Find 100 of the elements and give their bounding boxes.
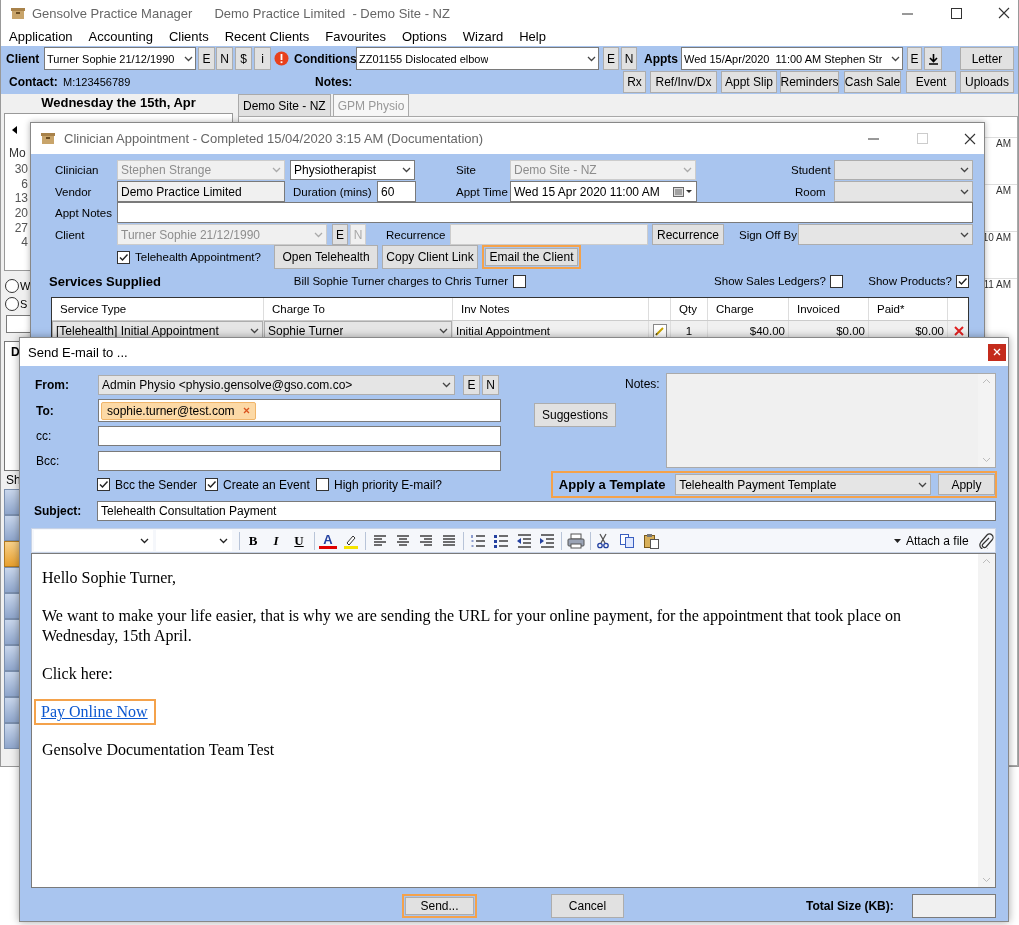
toolbar-button[interactable]: Uploads (960, 71, 1014, 93)
maximize-icon[interactable] (951, 7, 962, 19)
download-button[interactable] (924, 47, 942, 70)
calendar-date[interactable]: 6 (21, 176, 28, 191)
slot-tab[interactable] (4, 541, 20, 567)
align-center-icon[interactable] (395, 532, 411, 549)
delete-icon[interactable] (954, 325, 964, 336)
attach-file-button[interactable]: Attach a file (894, 533, 969, 548)
radio-button[interactable] (5, 278, 19, 293)
toolbar-button[interactable]: Reminders (780, 71, 839, 93)
template-dropdown[interactable]: Telehealth Payment Template (675, 474, 932, 495)
checkbox[interactable] (956, 274, 969, 288)
condition-action-button[interactable]: N (621, 47, 637, 70)
slot-tab[interactable] (4, 489, 20, 515)
calendar-date[interactable]: 13 (14, 191, 28, 206)
menu-item[interactable]: Help (519, 28, 546, 44)
slot-tab[interactable] (4, 619, 20, 645)
send-button[interactable]: Send... (405, 897, 474, 915)
role-dropdown[interactable]: Physiotherapist (290, 160, 415, 180)
slot-tab[interactable] (4, 671, 20, 697)
close-button[interactable] (988, 343, 1006, 361)
message-editor[interactable] (31, 553, 996, 888)
indent-icon[interactable] (539, 532, 555, 549)
calendar-icon[interactable] (673, 186, 693, 197)
remove-icon[interactable] (242, 407, 250, 414)
client-dropdown[interactable]: Turner Sophie 21/12/1990 (44, 47, 196, 70)
menu-item[interactable]: Application (9, 28, 73, 44)
underline-button[interactable]: U (290, 532, 308, 549)
notes-field[interactable] (666, 373, 996, 468)
appointment-time-field[interactable]: Wed 15 Apr 2020 11:00 AM (510, 181, 697, 202)
previous-icon[interactable] (12, 126, 17, 134)
slot-tab[interactable] (4, 515, 20, 541)
recipient-chip[interactable]: sophie.turner@test.com (101, 401, 256, 420)
from-action-button[interactable]: E (463, 375, 480, 395)
appointment-dropdown[interactable]: Wed 15/Apr/2020 11:00 AM Stephen Str (681, 47, 903, 70)
paperclip-icon[interactable] (978, 532, 994, 549)
calendar-date[interactable]: 27 (14, 220, 28, 235)
to-field[interactable]: sophie.turner@test.com (98, 399, 501, 422)
menu-item[interactable]: Wizard (462, 28, 504, 44)
slot-tab[interactable] (4, 593, 20, 619)
client-action-button[interactable]: E (198, 47, 215, 70)
client-action-button[interactable]: i (254, 47, 271, 70)
toolbar-button[interactable]: Cash Sale (844, 71, 901, 93)
client-action-button[interactable]: N (216, 47, 233, 70)
recurrence-field[interactable] (450, 224, 648, 245)
cut-icon[interactable] (595, 532, 611, 549)
condition-action-button[interactable]: E (603, 47, 619, 70)
subject-field[interactable]: Telehealth Consultation Payment (97, 501, 996, 521)
appointment-notes-field[interactable] (117, 202, 973, 223)
action-button[interactable]: Email the Client (485, 248, 578, 266)
italic-button[interactable]: I (267, 532, 285, 549)
slot-tab[interactable] (4, 645, 20, 671)
menu-item[interactable]: Favourites (325, 28, 386, 44)
toolbar-button[interactable]: Event (906, 71, 956, 93)
paste-icon[interactable] (643, 532, 659, 549)
suggestions-button[interactable]: Suggestions (534, 403, 616, 427)
action-button[interactable]: Copy Client Link (382, 245, 478, 269)
checkbox[interactable] (97, 478, 110, 491)
apply-button[interactable]: Apply (937, 474, 995, 495)
duration-field[interactable]: 60 (377, 181, 416, 202)
payment-link[interactable]: Pay Online Now (41, 703, 148, 720)
menu-item[interactable]: Clients (168, 28, 209, 44)
close-icon[interactable] (964, 132, 976, 145)
align-right-icon[interactable] (418, 532, 434, 549)
radio-button[interactable] (5, 296, 19, 311)
checkbox[interactable] (830, 274, 843, 288)
client-action-button[interactable]: $ (235, 47, 252, 70)
edit-icon[interactable] (652, 323, 667, 338)
recurrence-button[interactable]: Recurrence (652, 224, 724, 245)
toolbar-button[interactable]: Appt Slip (721, 71, 777, 93)
slot-tab[interactable] (4, 723, 20, 749)
toolbar-button[interactable]: Rx (623, 71, 646, 93)
copy-icon[interactable] (619, 532, 635, 549)
justify-icon[interactable] (441, 532, 457, 549)
calendar-date[interactable]: 4 (21, 235, 28, 250)
bold-button[interactable]: B (244, 532, 262, 549)
menu-item[interactable]: Recent Clients (224, 28, 310, 44)
tab[interactable]: Demo Site - NZ (238, 94, 331, 116)
client-action-button[interactable]: E (332, 224, 348, 245)
calendar-date[interactable]: 20 (14, 206, 28, 221)
bulleted-list-icon[interactable] (493, 532, 509, 549)
checkbox[interactable] (316, 478, 329, 491)
menu-item[interactable]: Accounting (88, 28, 153, 44)
cancel-button[interactable]: Cancel (551, 894, 624, 918)
close-icon[interactable] (998, 7, 1010, 19)
font-color-button[interactable]: A (319, 532, 337, 549)
condition-dropdown[interactable]: ZZ01155 Dislocated elbow (356, 47, 599, 70)
vendor-field[interactable]: Demo Practice Limited (117, 181, 285, 202)
letter-button[interactable]: Letter (960, 47, 1014, 70)
cc-field[interactable] (98, 426, 501, 446)
menu-item[interactable]: Options (401, 28, 447, 44)
align-left-icon[interactable] (372, 532, 388, 549)
from-dropdown[interactable]: Admin Physio <physio.gensolve@gso.com.co> (98, 375, 455, 395)
toolbar-button[interactable]: Ref/Inv/Dx (650, 71, 717, 93)
print-icon[interactable] (567, 532, 585, 549)
outdent-icon[interactable] (516, 532, 532, 549)
bcc-field[interactable] (98, 451, 501, 471)
checkbox[interactable] (513, 274, 526, 288)
appointment-edit-button[interactable]: E (907, 47, 922, 70)
total-size-field[interactable] (912, 894, 996, 918)
